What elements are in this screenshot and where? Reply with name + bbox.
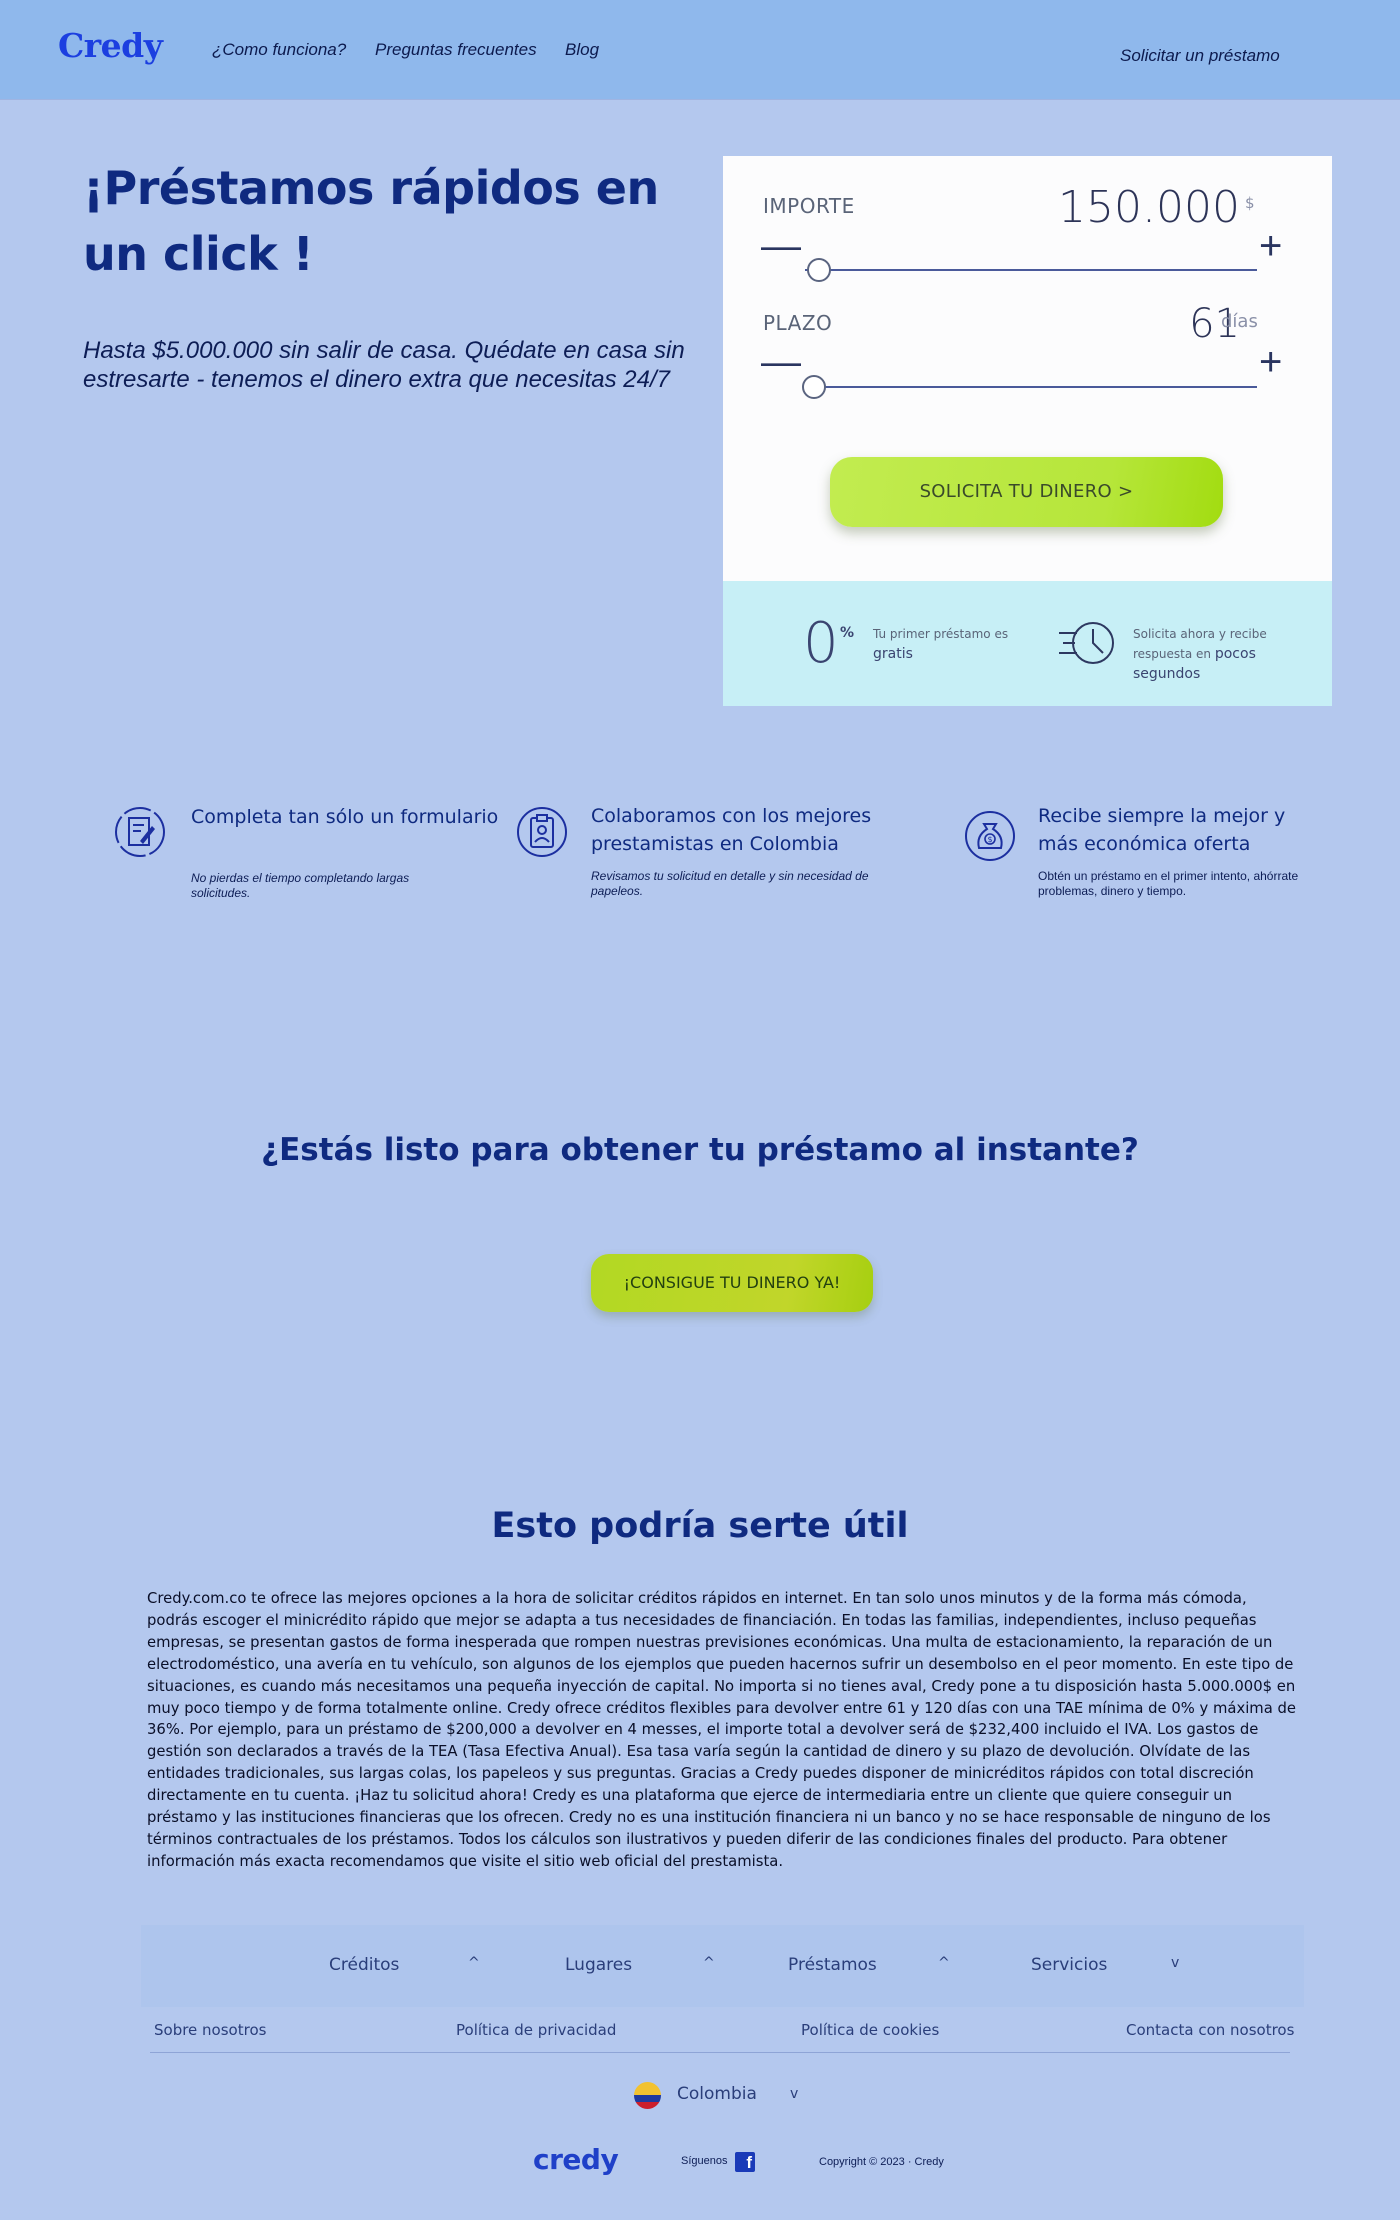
promo-text-bold: gratis	[873, 646, 913, 662]
footer-nav: Créditos ^ Lugares ^ Préstamos ^ Servici…	[141, 1925, 1304, 2007]
useful-text: Credy.com.co te ofrece las mejores opcio…	[147, 1590, 1296, 1870]
term-plus-button[interactable]: +	[1259, 342, 1282, 382]
money-bag-icon: $	[965, 811, 1015, 861]
useful-title: Esto podría serte útil	[491, 1506, 909, 1546]
solicitar-prestamo-link[interactable]: Solicitar un préstamo	[1120, 46, 1280, 66]
chevron-up-icon[interactable]: ^	[703, 1955, 715, 1971]
amount-minus-button[interactable]: —	[761, 226, 801, 266]
promo-percent: %	[840, 625, 855, 641]
feature-title: Completa tan sólo un formulario	[191, 806, 499, 828]
chevron-up-icon[interactable]: ^	[468, 1955, 480, 1971]
nav-como-funciona[interactable]: ¿Como funciona?	[212, 40, 346, 60]
colombia-flag-icon	[634, 2082, 661, 2109]
footer-logo[interactable]: credy	[533, 2143, 619, 2176]
term-unit: días	[1221, 311, 1258, 332]
clock-fast-icon	[1059, 622, 1114, 664]
hero-title: ¡Préstamos rápidos en un click !	[83, 161, 659, 281]
promo-text: Tu primer préstamo es gratis	[873, 624, 1023, 664]
flag-stripe-blue	[634, 2095, 661, 2102]
country-selector[interactable]: Colombia	[677, 2084, 757, 2104]
promo-value: 0	[803, 611, 839, 676]
term-slider-thumb[interactable]	[802, 375, 827, 399]
feature-title: Recibe siempre la mejor y más económica …	[1038, 805, 1286, 855]
footer-divider	[150, 2052, 1290, 2053]
nav-blog[interactable]: Blog	[565, 40, 599, 60]
solicita-dinero-button[interactable]: SOLICITA TU DINERO >	[830, 457, 1223, 527]
promo-text-main: Tu primer préstamo es	[873, 627, 1009, 641]
chevron-down-icon[interactable]: v	[790, 2086, 798, 2102]
footer-link-contacto[interactable]: Contacta con nosotros	[1126, 2021, 1294, 2039]
clipboard-icon	[517, 807, 567, 857]
amount-slider[interactable]	[805, 269, 1257, 271]
footer-link-privacidad[interactable]: Política de privacidad	[456, 2021, 616, 2039]
chevron-down-icon[interactable]: v	[1171, 1955, 1179, 1971]
flag-stripe-red	[634, 2102, 661, 2109]
term-label: PLAZO	[763, 311, 833, 335]
speed-text: Solicita ahora y recibe respuesta en poc…	[1133, 624, 1283, 684]
amount-value: 150.000	[1058, 182, 1240, 233]
facebook-icon[interactable]: f	[735, 2152, 755, 2172]
copyright: Copyright © 2023 · Credy	[819, 2156, 944, 2168]
footer-nav-creditos[interactable]: Créditos	[329, 1955, 399, 1975]
feature-desc: Obtén un préstamo en el primer intento, …	[1038, 869, 1299, 898]
amount-unit: $	[1245, 194, 1255, 212]
site-header: Credy ¿Como funciona? Preguntas frecuent…	[0, 0, 1400, 100]
footer-nav-servicios[interactable]: Servicios	[1031, 1955, 1107, 1975]
loan-calculator: IMPORTE 150.000 $ — + PLAZO 61 días — + …	[723, 156, 1332, 706]
svg-text:$: $	[988, 835, 993, 844]
cta-heading: ¿Estás listo para obtener tu préstamo al…	[261, 1132, 1139, 1168]
feature-desc: No pierdas el tiempo completando largas …	[191, 871, 410, 900]
chevron-up-icon[interactable]: ^	[938, 1955, 950, 1971]
form-icon	[115, 807, 165, 857]
amount-label: IMPORTE	[763, 194, 855, 218]
amount-plus-button[interactable]: +	[1259, 226, 1282, 266]
logo[interactable]: Credy	[58, 26, 163, 65]
calculator-benefits: 0 % Tu primer préstamo es gratis Solicit…	[723, 581, 1332, 706]
term-slider[interactable]	[805, 386, 1257, 388]
footer-nav-prestamos[interactable]: Préstamos	[788, 1955, 877, 1975]
hero-subtitle: Hasta $5.000.000 sin salir de casa. Quéd…	[83, 337, 685, 393]
flag-stripe-yellow	[634, 2082, 661, 2095]
follow-label: Síguenos	[681, 2155, 728, 2167]
nav-preguntas-frecuentes[interactable]: Preguntas frecuentes	[375, 40, 537, 60]
feature-desc: Revisamos tu solicitud en detalle y sin …	[591, 869, 869, 898]
amount-slider-thumb[interactable]	[806, 258, 831, 282]
feature-title: Colaboramos con los mejores prestamistas…	[591, 805, 872, 855]
footer-link-cookies[interactable]: Política de cookies	[801, 2021, 939, 2039]
term-minus-button[interactable]: —	[761, 342, 801, 382]
footer-link-sobre-nosotros[interactable]: Sobre nosotros	[154, 2021, 266, 2039]
consigue-dinero-button[interactable]: ¡CONSIGUE TU DINERO YA!	[591, 1254, 873, 1312]
footer-nav-lugares[interactable]: Lugares	[565, 1955, 632, 1975]
